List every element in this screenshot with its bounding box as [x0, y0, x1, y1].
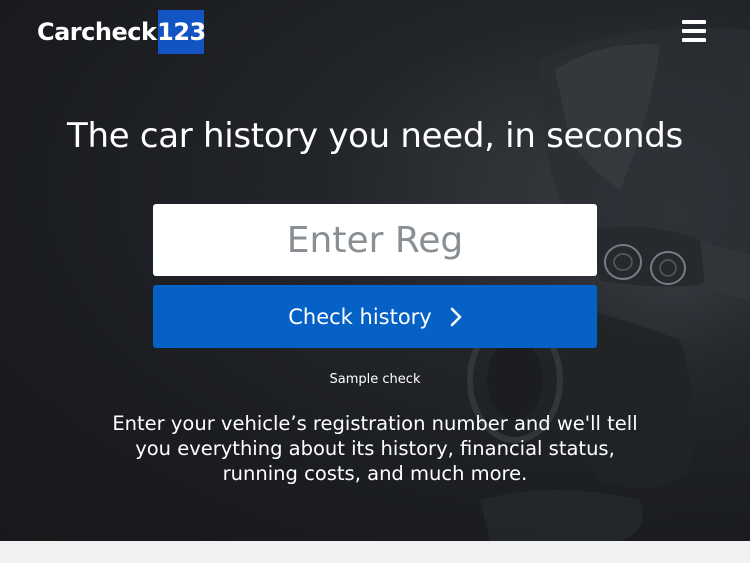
site-logo[interactable]: Carcheck 123 [37, 10, 206, 54]
menu-bar [682, 29, 706, 33]
sample-check-link[interactable]: Sample check [0, 372, 750, 387]
page-footer-strip [0, 541, 750, 563]
logo-number: 123 [157, 10, 206, 54]
check-history-button[interactable]: Check history [153, 285, 597, 348]
menu-bar [682, 20, 706, 24]
hero-description: Enter your vehicle’s registration number… [112, 412, 638, 485]
hero-section: Carcheck 123 The car history you need, i… [0, 0, 750, 541]
check-history-label: Check history [288, 304, 432, 329]
page-headline: The car history you need, in seconds [67, 116, 683, 156]
hamburger-menu-icon[interactable] [682, 20, 706, 42]
reg-input[interactable] [153, 204, 597, 276]
chevron-right-icon [450, 307, 462, 326]
logo-text: Carcheck [37, 18, 157, 46]
menu-bar [682, 38, 706, 42]
